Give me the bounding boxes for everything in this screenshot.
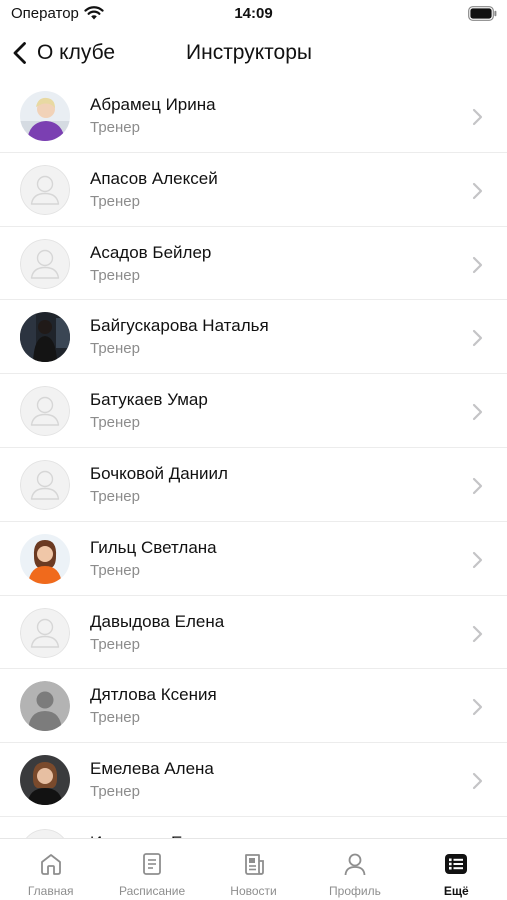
tab-label: Ещё [443, 884, 469, 898]
instructor-row[interactable]: Байгускарова Наталья Тренер [0, 300, 507, 375]
avatar [20, 681, 70, 732]
status-bar: Оператор 14:09 [0, 0, 507, 30]
tab-bar: Главная Расписание Новости Профиль Ещё [0, 838, 507, 900]
tab-home[interactable]: Главная [0, 839, 101, 900]
avatar [20, 164, 70, 215]
instructor-name: Абрамец Ирина [90, 95, 216, 114]
tab-label: Новости [230, 884, 277, 898]
instructor-row[interactable]: Гильц Светлана Тренер [0, 522, 507, 596]
instructor-name: Асадов Бейлер [90, 242, 212, 262]
avatar [20, 91, 70, 141]
instructor-name: Емелева Алена [90, 759, 214, 779]
chevron-right-icon [472, 477, 483, 495]
clock: 14:09 [234, 5, 273, 22]
instructor-name: Гильц Светлана [90, 537, 217, 557]
chevron-right-icon [472, 773, 483, 790]
profile-icon [344, 853, 366, 876]
instructor-role: Тренер [90, 414, 140, 432]
instructor-role: Тренер [90, 487, 140, 505]
instructor-role: Тренер [90, 783, 140, 801]
instructor-name: Дятлова Ксения [90, 685, 217, 705]
tab-more[interactable]: Ещё [406, 839, 507, 900]
instructor-role: Тренер [90, 709, 140, 727]
instructor-row[interactable]: Ильюшин ЕгорТренер [0, 817, 507, 839]
instructor-row[interactable]: Апасов Алексей Тренер [0, 153, 507, 227]
battery-icon [468, 6, 497, 21]
instructor-row[interactable]: Емелева Алена Тренер [0, 743, 507, 817]
chevron-right-icon [472, 404, 483, 421]
chevron-right-icon [472, 256, 483, 273]
page-title: Инструкторы [186, 41, 313, 64]
avatar [20, 459, 70, 510]
tab-profile[interactable]: Профиль [304, 839, 405, 900]
instructor-name: Байгускарова Наталья [90, 316, 269, 336]
avatar [20, 607, 70, 658]
instructor-role: Тренер [90, 266, 140, 284]
avatar [20, 386, 70, 437]
instructor-name: Бочковой Даниил [90, 463, 228, 483]
instructor-role: Тренер [90, 119, 140, 136]
avatar [20, 755, 70, 806]
instructor-role: Тренер [90, 635, 140, 653]
chevron-left-icon [13, 42, 26, 64]
chevron-right-icon [472, 330, 483, 347]
avatar [20, 238, 70, 289]
tab-label: Профиль [329, 884, 381, 898]
instructor-row[interactable]: Давыдова Елена Тренер [0, 596, 507, 670]
tab-schedule[interactable]: Расписание [101, 839, 202, 900]
instructor-row[interactable]: Дятлова Ксения Тренер [0, 669, 507, 744]
tab-label: Расписание [119, 884, 186, 898]
chevron-right-icon [472, 625, 483, 642]
instructor-name: Батукаев Умар [90, 390, 208, 410]
chevron-right-icon [472, 182, 483, 199]
tab-news[interactable]: Новости [203, 839, 304, 900]
more-list-icon [445, 854, 468, 874]
instructor-name: Апасов Алексей [90, 168, 218, 188]
navigation-bar: О клубе Инструкторы [0, 30, 507, 78]
chevron-right-icon [472, 699, 483, 716]
avatar [20, 312, 70, 363]
instructor-list[interactable]: Абрамец Ирина Тренер Апасов Алексей Тренер А… [0, 79, 507, 839]
schedule-icon [143, 853, 162, 875]
tab-label: Главная [27, 884, 74, 898]
instructor-row[interactable]: Батукаев Умар Тренер [0, 374, 507, 448]
instructor-row[interactable]: Асадов Бейлер Тренер [0, 227, 507, 301]
avatar [20, 533, 70, 584]
instructor-role: Тренер [90, 340, 140, 358]
instructor-role: Тренер [90, 561, 140, 579]
home-icon [40, 854, 61, 875]
news-icon [244, 854, 264, 875]
instructor-row[interactable]: Абрамец Ирина Тренер [0, 79, 507, 153]
chevron-right-icon [472, 551, 483, 568]
instructor-row[interactable]: Бочковой Даниил Тренер [0, 448, 507, 522]
chevron-right-icon [472, 108, 483, 126]
instructor-role: Тренер [90, 192, 140, 210]
back-label: О клубе [37, 41, 116, 64]
instructor-name: Давыдова Елена [90, 611, 225, 631]
back-button[interactable]: О клубе [12, 36, 115, 70]
